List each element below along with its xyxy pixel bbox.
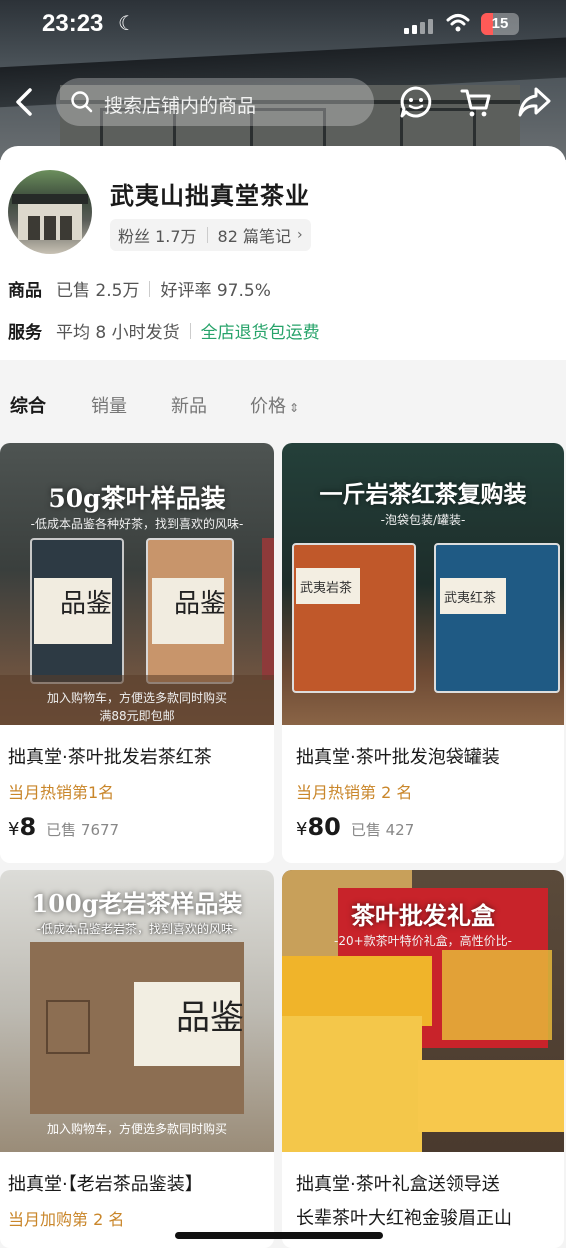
search-placeholder: 搜索店铺内的商品: [104, 95, 257, 117]
tab-comprehensive[interactable]: 综合: [10, 392, 46, 418]
sold-count: 已售 7677: [46, 821, 120, 839]
sort-tabs: 综合 销量 新品 价格 ⇕: [0, 370, 566, 438]
wifi-icon: [446, 14, 470, 32]
positive-rating: 好评率 97.5%: [160, 281, 271, 301]
box-label: 品鉴: [176, 998, 244, 1038]
image-note: 满88元即包邮: [99, 709, 175, 723]
return-policy: 全店退货包运费: [200, 323, 320, 343]
service-label: 服务: [8, 323, 42, 343]
image-subtitle: -泡袋包装/罐装-: [380, 513, 466, 527]
tab-price-label: 价格: [250, 396, 286, 417]
top-nav: 搜索店铺内的商品: [0, 74, 566, 130]
box-label: 武夷红茶: [444, 591, 497, 606]
divider: [206, 227, 208, 243]
product-image: 50g茶叶样品装 -低成本品鉴各种好茶，找到喜欢的风味- 品鉴 品鉴 加入购物车…: [0, 443, 274, 725]
home-indicator: [175, 1232, 383, 1239]
box-label: 武夷岩茶: [300, 581, 353, 596]
divider: [189, 322, 191, 339]
image-title: 50g茶叶样品装: [48, 484, 226, 513]
price-value: 80: [307, 813, 341, 841]
image-note: 加入购物车，方便选多款同时购买: [46, 691, 227, 705]
image-subtitle: -20+款茶叶特价礼盒，高性价比-: [334, 934, 512, 948]
product-rank-badge: 当月加购第 2 名: [8, 1210, 125, 1229]
product-title: 拙真堂·【老岩茶品鉴装】: [8, 1174, 203, 1195]
shopping-cart-icon[interactable]: [458, 84, 494, 120]
service-info-row: 服务 平均 8 小时发货 全店退货包运费: [8, 318, 320, 343]
battery-level: 15: [491, 15, 509, 32]
image-title: 茶叶批发礼盒: [351, 901, 495, 930]
product-title-line2: 长辈茶叶大红袍金骏眉正山: [296, 1208, 512, 1229]
product-card[interactable]: 100g老岩茶样品装 -低成本品鉴老岩茶，找到喜欢的风味- 品鉴 加入购物车，方…: [0, 870, 274, 1248]
shop-info-card: 武夷山拙真堂茶业 粉丝 1.7万 82 篇笔记 › 商品 已售 2.5万 好评率…: [0, 146, 566, 360]
tab-price[interactable]: 价格 ⇕: [250, 392, 299, 418]
shipping-time: 平均 8 小时发货: [56, 323, 180, 343]
price-value: 8: [19, 813, 37, 841]
product-rank-badge: 当月热销第 2 名: [296, 783, 413, 802]
shop-avatar[interactable]: [8, 170, 92, 254]
battery-icon: 15: [481, 13, 519, 35]
followers-count: 粉丝 1.7万: [118, 227, 197, 246]
sold-count: 已售 427: [350, 821, 415, 839]
shop-search-input[interactable]: 搜索店铺内的商品: [56, 78, 374, 126]
image-note: 加入购物车，方便选多款同时购买: [46, 1122, 227, 1136]
back-button[interactable]: [10, 84, 40, 120]
image-title: 一斤岩茶红茶复购装: [319, 481, 527, 508]
shop-name: 武夷山拙真堂茶业: [110, 182, 310, 210]
product-title: 拙真堂·茶叶批发岩茶红茶: [8, 747, 212, 768]
product-price: ¥80 已售 427: [296, 813, 415, 841]
cellular-signal-icon: [404, 16, 436, 34]
product-rank-badge: 当月热销第1名: [8, 783, 115, 802]
total-sold: 已售 2.5万: [56, 281, 140, 301]
product-card[interactable]: 50g茶叶样品装 -低成本品鉴各种好茶，找到喜欢的风味- 品鉴 品鉴 加入购物车…: [0, 443, 274, 863]
moon-icon: ☾: [118, 11, 136, 35]
product-image: 一斤岩茶红茶复购装 -泡袋包装/罐装- 武夷岩茶 武夷红茶: [282, 443, 564, 725]
image-title: 100g老岩茶样品装: [31, 889, 243, 918]
box-label: 品鉴: [174, 589, 227, 619]
goods-info-row: 商品 已售 2.5万 好评率 97.5%: [8, 276, 271, 301]
share-icon[interactable]: [516, 84, 552, 120]
customer-service-chat-icon[interactable]: [398, 84, 434, 120]
product-title: 拙真堂·茶叶批发泡袋罐装: [296, 747, 500, 768]
product-image: 100g老岩茶样品装 -低成本品鉴老岩茶，找到喜欢的风味- 品鉴 加入购物车，方…: [0, 870, 274, 1152]
chevron-right-icon: ›: [297, 227, 303, 243]
tab-sales[interactable]: 销量: [91, 392, 127, 418]
product-price: ¥8 已售 7677: [8, 813, 120, 841]
product-image: 茶叶批发礼盒 -20+款茶叶特价礼盒，高性价比-: [282, 870, 564, 1152]
shop-stats[interactable]: 粉丝 1.7万 82 篇笔记 ›: [110, 219, 311, 251]
status-time: 23:23: [42, 10, 104, 37]
goods-label: 商品: [8, 281, 42, 301]
image-subtitle: -低成本品鉴各种好茶，找到喜欢的风味-: [30, 517, 244, 531]
product-card[interactable]: 茶叶批发礼盒 -20+款茶叶特价礼盒，高性价比- 拙真堂·茶叶礼盒送领导送 长辈…: [282, 870, 564, 1248]
divider: [149, 280, 151, 297]
box-label: 品鉴: [60, 589, 113, 619]
sort-icon: ⇕: [289, 401, 300, 415]
product-card[interactable]: 一斤岩茶红茶复购装 -泡袋包装/罐装- 武夷岩茶 武夷红茶 拙真堂·茶叶批发泡袋…: [282, 443, 564, 863]
notes-count: 82 篇笔记: [217, 227, 291, 246]
image-subtitle: -低成本品鉴老岩茶，找到喜欢的风味-: [36, 922, 238, 936]
product-title-line1: 拙真堂·茶叶礼盒送领导送: [296, 1174, 500, 1195]
tab-new[interactable]: 新品: [171, 392, 207, 418]
search-icon: [71, 91, 93, 113]
status-bar: 23:23 ☾ 15: [0, 0, 566, 52]
